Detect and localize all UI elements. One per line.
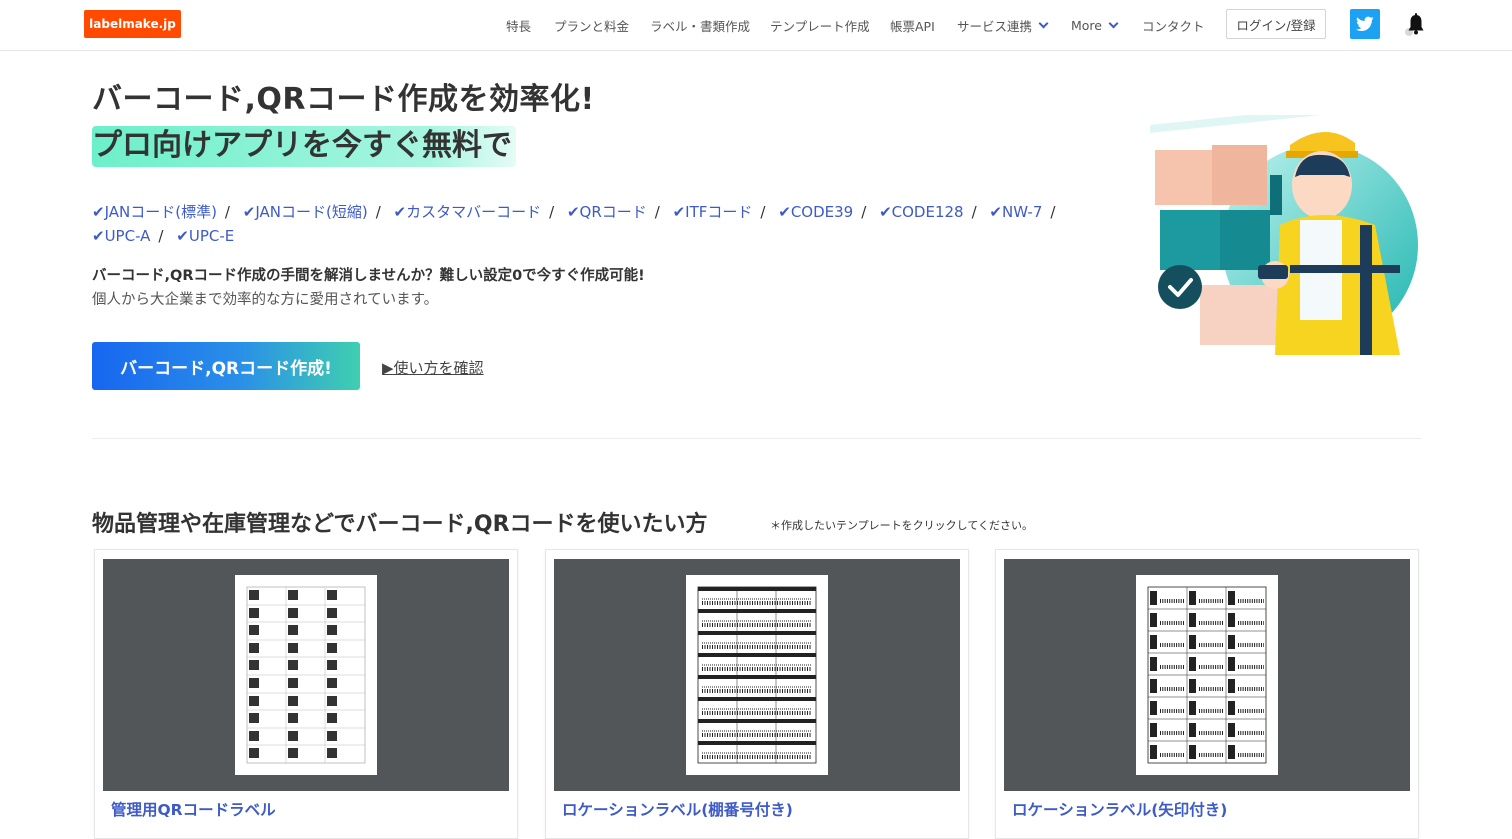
code-itf[interactable]: ✔ITFコード xyxy=(673,203,753,221)
code-jan-short[interactable]: ✔JANコード(短縮) xyxy=(243,203,368,221)
twitter-icon xyxy=(1356,16,1374,31)
template-sheet xyxy=(1136,575,1278,775)
code-customer-barcode[interactable]: ✔カスタマバーコード xyxy=(394,203,542,221)
nav-services-label: サービス連携 xyxy=(957,18,1033,34)
section-title: 物品管理や在庫管理などでバーコード,QRコードを使いたい方 xyxy=(92,512,708,537)
template-sheet xyxy=(235,575,377,775)
template-card-title[interactable]: ロケーションラベル(矢印付き) xyxy=(1012,798,1227,820)
chevron-down-icon xyxy=(1108,18,1119,28)
nav-api[interactable]: 帳票API xyxy=(890,0,935,50)
section-divider xyxy=(92,438,1421,439)
nav-more-label: More xyxy=(1071,17,1102,33)
twitter-button[interactable] xyxy=(1350,9,1380,39)
template-card-location-arrow[interactable]: ロケーションラベル(矢印付き) xyxy=(995,549,1419,839)
nav-features[interactable]: 特長 xyxy=(506,0,531,50)
create-barcode-button[interactable]: バーコード,QRコード作成! xyxy=(92,342,360,390)
barcode-type-list: ✔JANコード(標準) / ✔JANコード(短縮) / ✔カスタマバーコード / ✔Q… xyxy=(92,203,1056,245)
worker-scanning-illustration xyxy=(1150,115,1418,355)
code-code128[interactable]: ✔CODE128 xyxy=(879,203,964,221)
nav-label-create[interactable]: ラベル・書類作成 xyxy=(650,0,750,50)
logo[interactable]: labelmake.jp xyxy=(84,10,181,38)
code-nw7[interactable]: ✔NW-7 xyxy=(989,203,1042,221)
how-to-link[interactable]: ▶使い方を確認 xyxy=(382,357,484,378)
nav-services[interactable]: サービス連携 xyxy=(957,0,1049,50)
template-preview xyxy=(103,559,509,791)
qr-label-grid-image xyxy=(246,586,366,764)
hero-description-bold: バーコード,QRコード作成の手間を解消しませんか？難しい設定0で今すぐ作成可能! xyxy=(92,268,645,284)
code-code39[interactable]: ✔CODE39 xyxy=(778,203,853,221)
template-card-title[interactable]: ロケーションラベル(棚番号付き) xyxy=(562,798,793,820)
hero-subtitle-highlight: プロ向けアプリを今すぐ無料で xyxy=(92,126,516,167)
barcode-label-grid-image xyxy=(697,586,817,764)
code-jan-standard[interactable]: ✔JANコード(標準) xyxy=(92,203,217,221)
template-sheet xyxy=(686,575,828,775)
template-preview xyxy=(1004,559,1410,791)
hero-title: バーコード,QRコード作成を効率化! xyxy=(92,82,595,117)
template-preview xyxy=(554,559,960,791)
template-card-location-shelf[interactable]: ロケーションラベル(棚番号付き) xyxy=(545,549,969,839)
chevron-down-icon xyxy=(1038,18,1049,28)
template-card-qr-label[interactable]: 管理用QRコードラベル xyxy=(94,549,518,839)
nav-more[interactable]: More xyxy=(1071,0,1119,50)
nav-contact[interactable]: コンタクト xyxy=(1142,0,1205,50)
arrow-label-grid-image xyxy=(1147,586,1267,764)
login-button[interactable]: ログイン/登録 xyxy=(1226,9,1326,39)
section-note: ＊作成したいテンプレートをクリックしてください。 xyxy=(770,519,1034,532)
hero-subtitle: プロ向けアプリを今すぐ無料で xyxy=(92,120,516,167)
nav-pricing[interactable]: プランと料金 xyxy=(554,0,629,50)
code-upc-a[interactable]: ✔UPC-A xyxy=(92,227,150,245)
template-card-title[interactable]: 管理用QRコードラベル xyxy=(111,798,276,820)
site-header: labelmake.jp 特長 プランと料金 ラベル・書類作成 テンプレート作成… xyxy=(0,0,1512,51)
code-qr[interactable]: ✔QRコード xyxy=(567,203,647,221)
code-upc-e[interactable]: ✔UPC-E xyxy=(176,227,234,245)
bell-icon[interactable] xyxy=(1403,12,1429,38)
nav-template-create[interactable]: テンプレート作成 xyxy=(770,0,870,50)
hero-description: 個人から大企業まで効率的な方に愛用されています。 xyxy=(92,292,439,308)
